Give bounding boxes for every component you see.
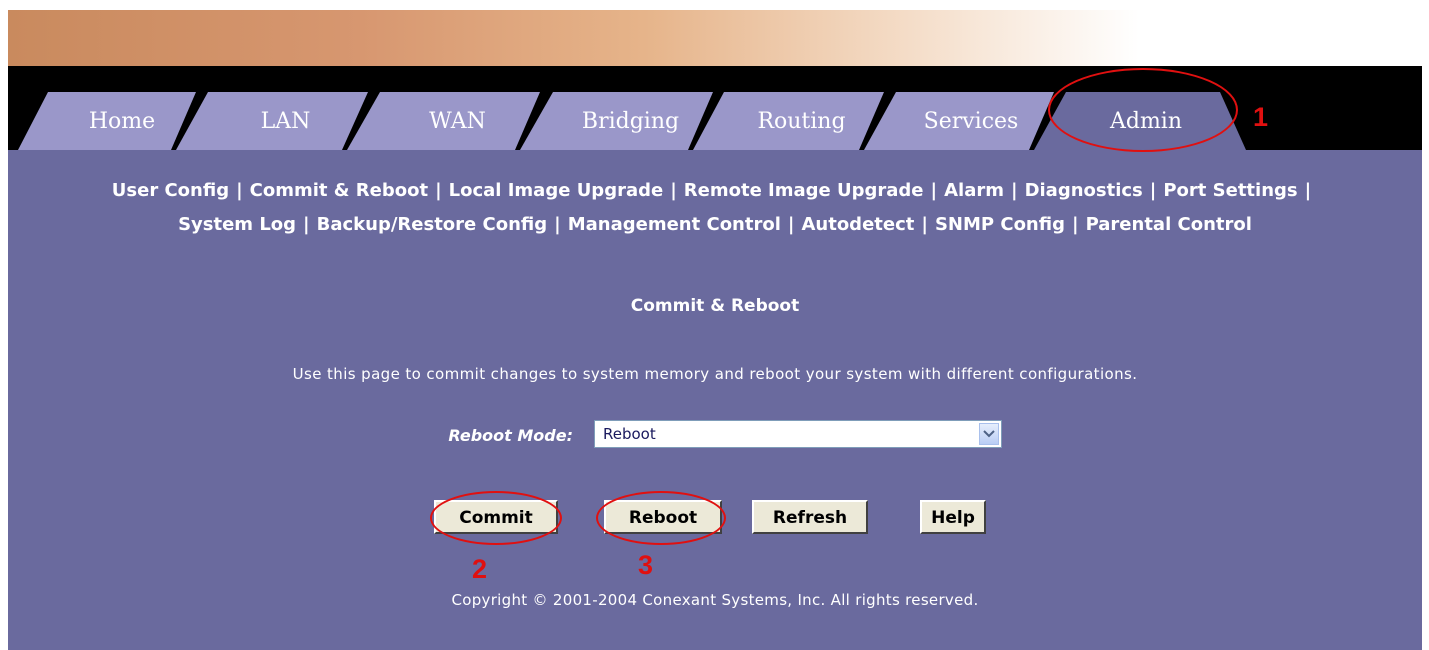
subnav-remote-image-upgrade[interactable]: Remote Image Upgrade (684, 180, 924, 201)
copyright-text: Copyright © 2001-2004 Conexant Systems, … (451, 591, 979, 609)
router-admin-page: Home LAN WAN Bridging Routing Services A… (8, 10, 1422, 650)
reboot-mode-label: Reboot Mode: (448, 426, 573, 445)
subnav-separator: | (1149, 180, 1157, 201)
subnav-local-image-upgrade[interactable]: Local Image Upgrade (449, 180, 664, 201)
content-panel: User Config | Commit & Reboot | Local Image … (8, 150, 1422, 650)
annotation-number-1: 1 (1253, 102, 1269, 132)
subnav-separator: | (1304, 180, 1312, 201)
reboot-mode-value: Reboot (603, 425, 656, 443)
reboot-mode-select[interactable]: Reboot (594, 420, 1002, 448)
subnav-management-control[interactable]: Management Control (568, 214, 781, 235)
subnav-diagnostics[interactable]: Diagnostics (1025, 180, 1143, 201)
refresh-button[interactable]: Refresh (752, 500, 868, 534)
tab-lan[interactable]: LAN (208, 107, 363, 137)
subnav-separator: | (930, 180, 938, 201)
chevron-down-icon (983, 430, 995, 438)
subnav-separator: | (1071, 214, 1079, 235)
annotation-number-3: 3 (638, 550, 654, 580)
annotation-ring-admin (1048, 68, 1238, 152)
subnav-separator: | (236, 180, 243, 201)
annotation-ring-commit (430, 491, 562, 545)
header-banner (8, 10, 1422, 66)
subnav-autodetect[interactable]: Autodetect (801, 214, 914, 235)
annotation-ring-reboot (596, 491, 726, 545)
subnav-line-1: User Config | Commit & Reboot | Local Image … (8, 174, 1422, 208)
subnav-alarm[interactable]: Alarm (944, 180, 1004, 201)
admin-subnav: User Config | Commit & Reboot | Local Image … (8, 174, 1422, 242)
subnav-line-2: System Log | Backup/Restore Config | Managem… (8, 208, 1422, 242)
tab-routing[interactable]: Routing (724, 107, 879, 137)
tab-bridging[interactable]: Bridging (553, 107, 708, 137)
subnav-backup-restore-config[interactable]: Backup/Restore Config (317, 214, 548, 235)
subnav-parental-control[interactable]: Parental Control (1086, 214, 1252, 235)
tab-wan[interactable]: WAN (380, 107, 535, 137)
subnav-system-log[interactable]: System Log (178, 214, 296, 235)
page-title: Commit & Reboot (630, 296, 800, 316)
annotation-number-2: 2 (472, 554, 488, 584)
subnav-user-config[interactable]: User Config (112, 180, 229, 201)
page-description: Use this page to commit changes to syste… (292, 365, 1138, 383)
subnav-separator: | (303, 214, 310, 235)
subnav-separator: | (670, 180, 677, 201)
subnav-snmp-config[interactable]: SNMP Config (935, 214, 1065, 235)
subnav-separator: | (1010, 180, 1018, 201)
subnav-port-settings[interactable]: Port Settings (1163, 180, 1297, 201)
subnav-separator: | (921, 214, 928, 235)
subnav-separator: | (554, 214, 561, 235)
subnav-separator: | (435, 180, 442, 201)
help-button[interactable]: Help (920, 500, 986, 534)
subnav-separator: | (787, 214, 795, 235)
tab-services[interactable]: Services (896, 107, 1046, 137)
select-dropdown-button[interactable] (979, 423, 999, 445)
tab-home[interactable]: Home (48, 107, 196, 137)
subnav-commit-reboot[interactable]: Commit & Reboot (250, 180, 428, 201)
